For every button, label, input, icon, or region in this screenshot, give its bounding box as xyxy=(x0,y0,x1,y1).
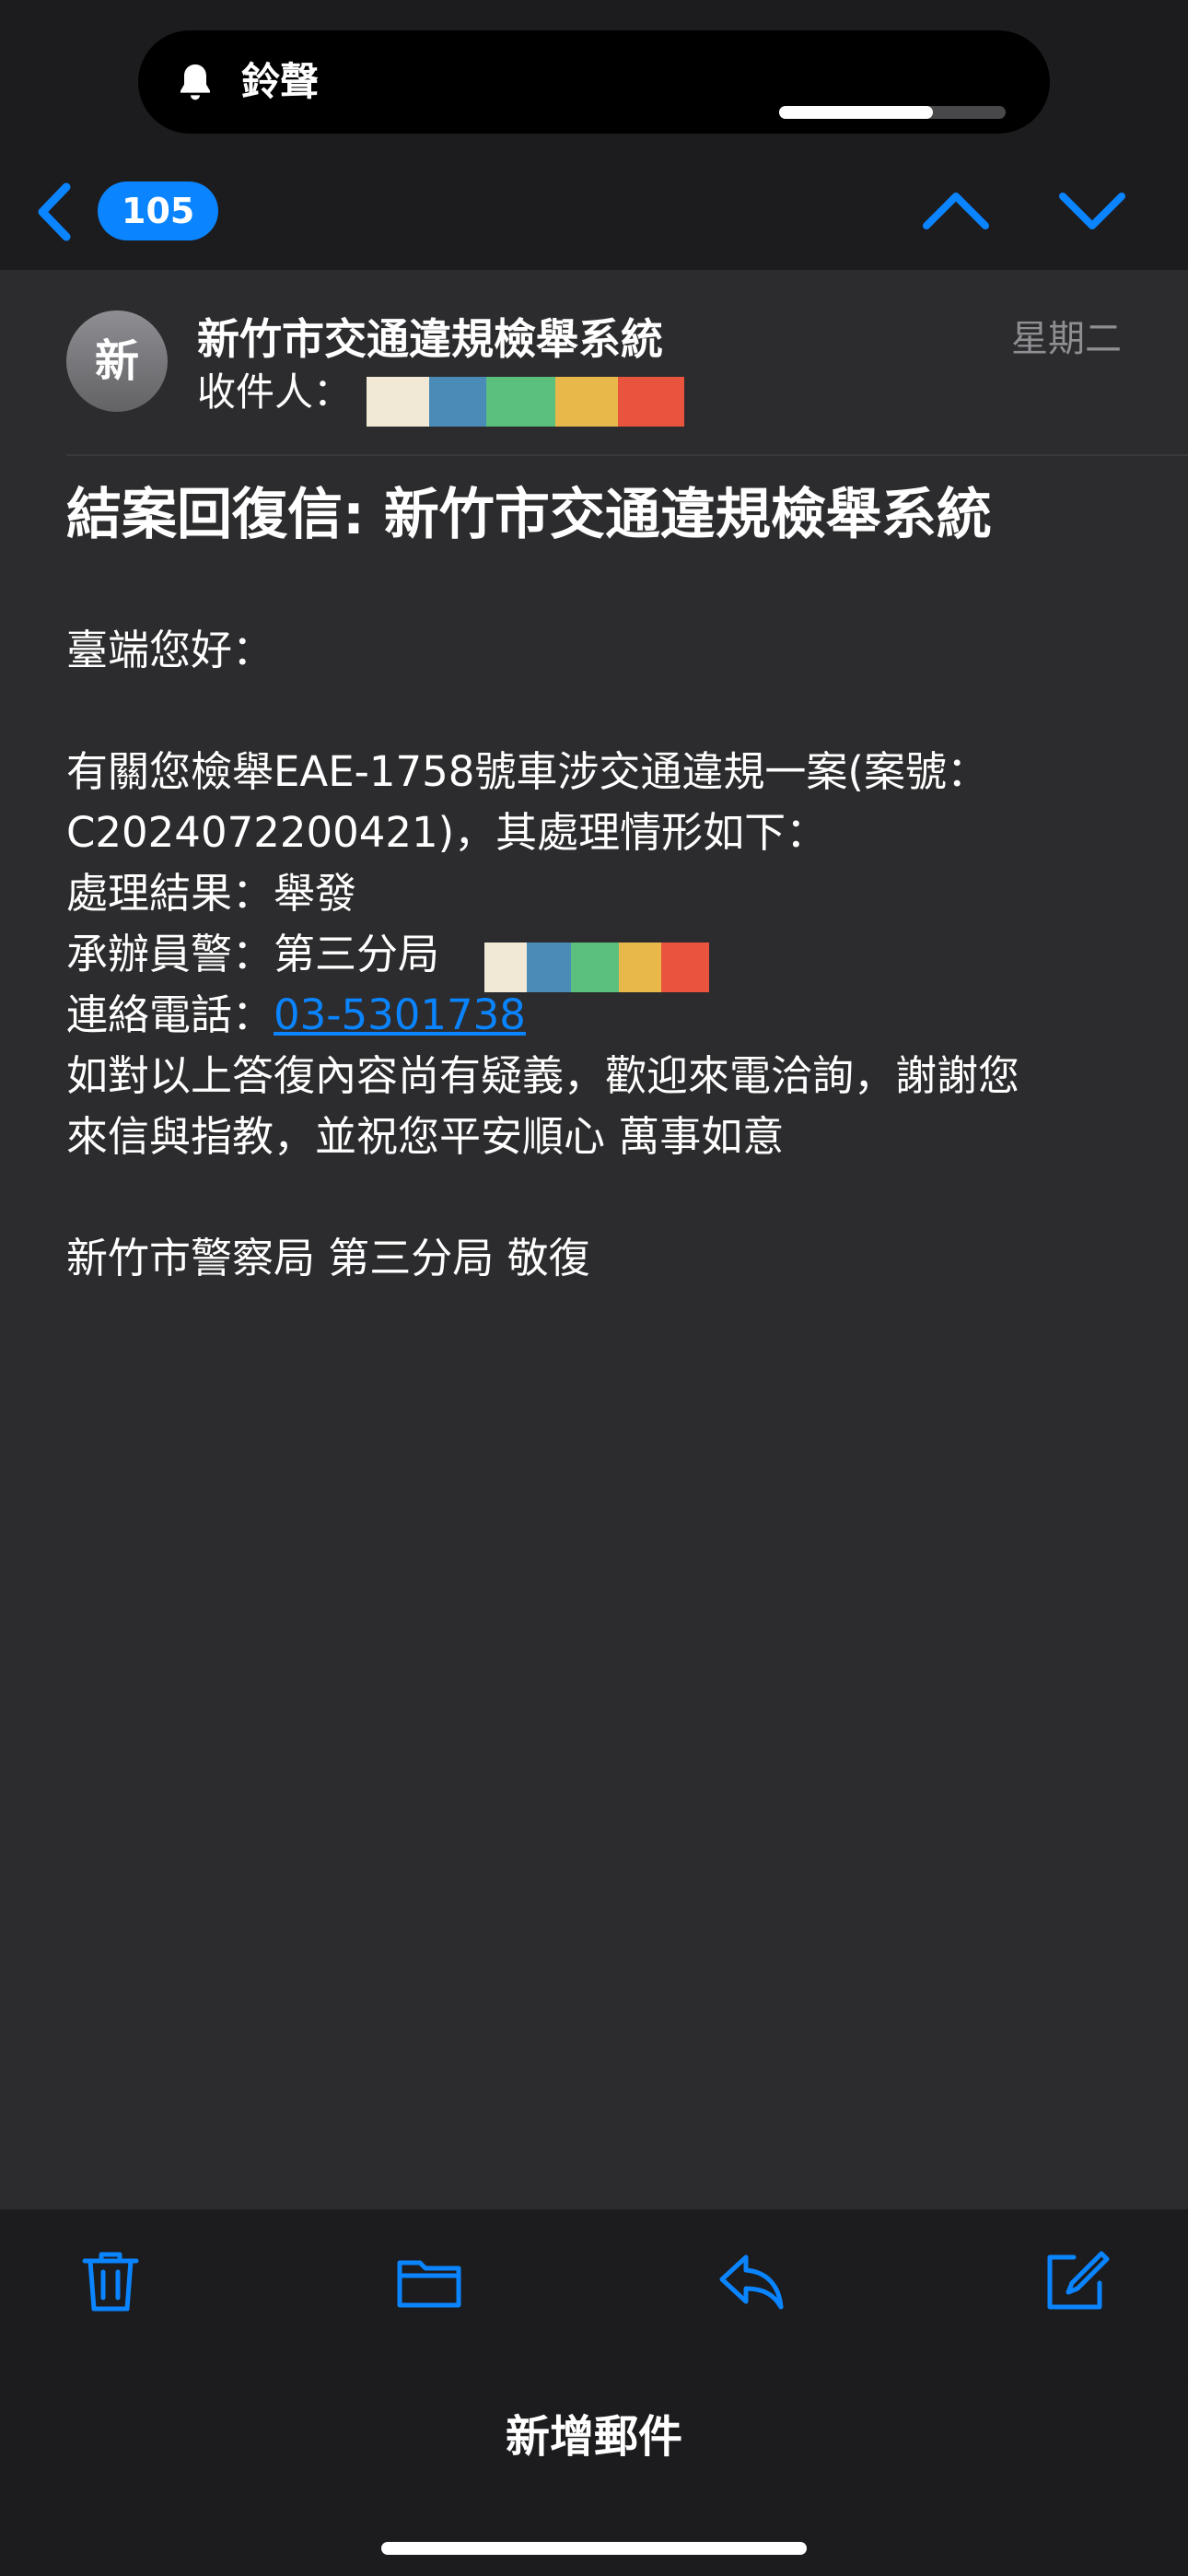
recipient-label: 收件人： xyxy=(197,369,353,415)
sender-name[interactable]: 新竹市交通違規檢舉系統 xyxy=(197,310,663,368)
sender-avatar[interactable]: 新 xyxy=(66,310,168,412)
home-indicator[interactable] xyxy=(381,2542,807,2555)
message-subject: 結案回復信: 新竹市交通違規檢舉系統 xyxy=(66,483,992,547)
new-message-label: 新增郵件 xyxy=(505,2411,682,2463)
recipient-redaction xyxy=(367,377,684,427)
result-line: 處理結果：舉發 xyxy=(66,869,357,918)
dynamic-island-ringer-banner: 鈴聲 xyxy=(138,30,1050,134)
phone-number-link[interactable]: 03-5301738 xyxy=(274,990,526,1039)
ringer-label: 鈴聲 xyxy=(241,59,320,104)
chevron-left-icon[interactable] xyxy=(28,178,83,246)
message-view: 新 新竹市交通違規檢舉系統 收件人： 星期二 結案回復信: 新竹市交通違規檢舉系… xyxy=(0,270,1188,2209)
body-line-2: C2024072200421)，其處理情形如下： xyxy=(66,808,828,857)
volume-bar xyxy=(779,106,1006,119)
folder-icon[interactable] xyxy=(394,2246,464,2316)
message-date: 星期二 xyxy=(1011,318,1122,360)
closing-line-1: 如對以上答復內容尚有疑義，歡迎來電洽詢，謝謝您 xyxy=(66,1051,1020,1100)
trash-icon[interactable] xyxy=(76,2246,146,2316)
reply-icon[interactable] xyxy=(716,2246,786,2316)
top-area: 鈴聲 105 xyxy=(0,0,1188,270)
volume-fill xyxy=(779,106,934,119)
chevron-up-icon[interactable] xyxy=(917,181,995,240)
bottom-toolbar xyxy=(0,2209,1188,2344)
mail-nav-bar: 105 xyxy=(0,161,1188,263)
signature-line: 新竹市警察局 第三分局 敬復 xyxy=(66,1234,590,1282)
phone-label: 連絡電話： xyxy=(66,990,274,1039)
header-divider xyxy=(66,454,1188,456)
phone-line: 連絡電話：03-5301738 xyxy=(66,985,1135,1046)
compose-icon[interactable] xyxy=(1041,2246,1111,2316)
chevron-down-icon[interactable] xyxy=(1054,181,1131,240)
unread-count-badge[interactable]: 105 xyxy=(98,181,219,240)
closing-line-2: 來信與指教，並祝您平安順心 萬事如意 xyxy=(66,1112,785,1161)
body-line-1: 有關您檢舉EAE-1758號車涉交通違規一案(案號： xyxy=(66,747,988,796)
bell-icon xyxy=(181,64,210,100)
greeting-line: 臺端您好： xyxy=(66,626,274,674)
